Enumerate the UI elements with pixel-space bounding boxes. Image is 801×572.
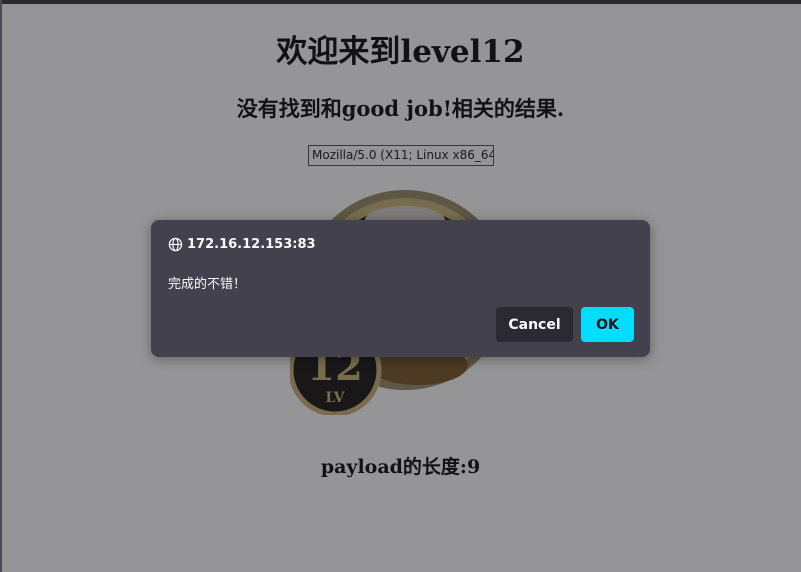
alert-dialog: 172.16.12.153:83 完成的不错！ Cancel OK [151, 220, 650, 357]
window-left-edge [0, 0, 2, 572]
dialog-origin: 172.16.12.153:83 [168, 235, 316, 253]
dialog-origin-text: 172.16.12.153:83 [187, 236, 316, 252]
ok-button[interactable]: OK [581, 307, 634, 342]
dialog-message: 完成的不错！ [168, 277, 247, 292]
globe-icon [168, 237, 183, 251]
cancel-button[interactable]: Cancel [496, 307, 573, 342]
